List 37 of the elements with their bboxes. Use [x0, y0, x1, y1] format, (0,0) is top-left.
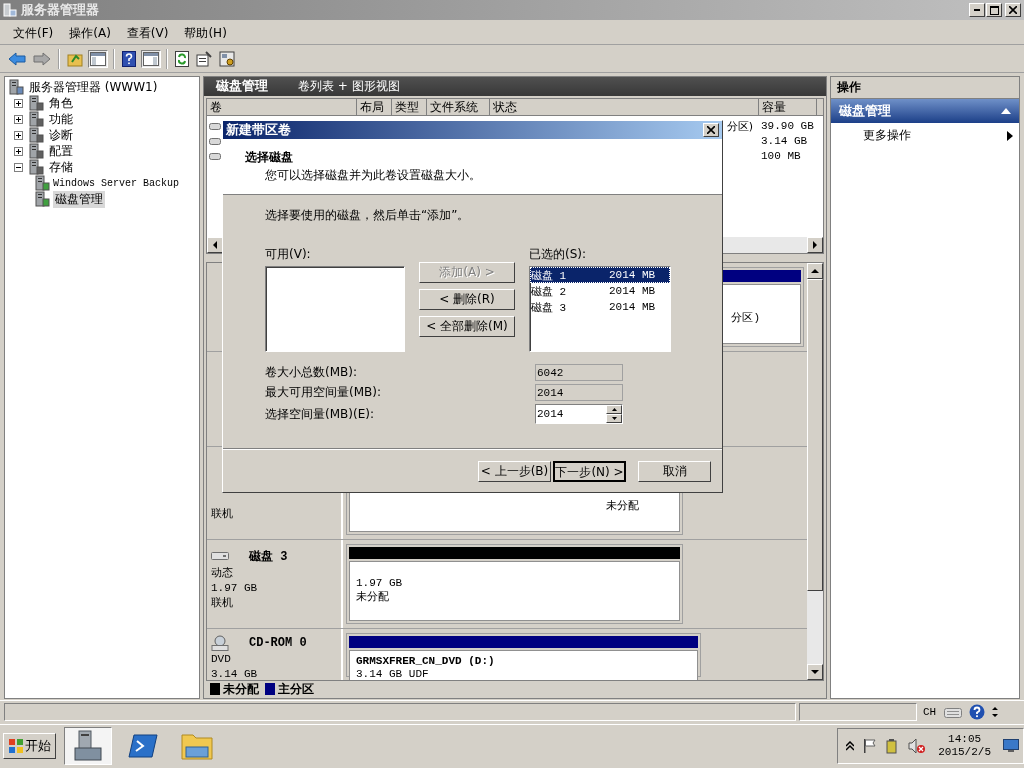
- clock-date: 2015/2/5: [938, 746, 991, 759]
- disk-detail: DVD: [211, 652, 232, 666]
- step-title: 选择磁盘: [245, 149, 294, 166]
- disk-detail: 动态: [211, 566, 234, 580]
- legend-label: 未分配: [223, 680, 259, 698]
- step-description: 您可以选择磁盘并为此卷设置磁盘大小。: [264, 167, 482, 184]
- pane-header: 操作: [831, 77, 1019, 99]
- readonly-field: 6042: [535, 364, 623, 381]
- table-cell: 100 MB: [761, 150, 801, 163]
- instruction-text: 选择要使用的磁盘，然后单击“添加”。: [265, 207, 471, 224]
- window-title: 服务器管理器: [21, 1, 99, 19]
- field-label: 卷大小总数(MB):: [265, 364, 358, 381]
- clock-time: 14:05: [948, 733, 982, 746]
- field-label: 最大可用空间量(MB):: [265, 384, 382, 401]
- disk-name: CD-ROM 0: [249, 635, 307, 650]
- view-label: 卷列表 + 图形视图: [298, 77, 400, 95]
- table-cell: 分区): [726, 118, 753, 134]
- dialog-title: 新建带区卷: [226, 121, 291, 139]
- disk-detail: 联机: [211, 507, 234, 521]
- partition-label: GRMSXFRER_CN_DVD (D:): [356, 654, 496, 667]
- legend-label: 主分区: [278, 680, 314, 698]
- partition-detail: 分区): [731, 310, 760, 325]
- list-label: 可用(V):: [265, 246, 312, 263]
- pane-title: 磁盘管理: [216, 77, 268, 96]
- disk-detail: 3.14 GB: [211, 667, 259, 680]
- table-cell: 39.90 GB: [761, 120, 814, 133]
- field-label: 选择空间量(MB)(E):: [265, 405, 375, 423]
- disk-detail: 联机: [211, 596, 234, 610]
- readonly-field: 2014: [535, 384, 623, 401]
- partition-detail: 未分配: [606, 498, 639, 513]
- partition-detail: 3.14 GB UDF: [356, 666, 430, 680]
- table-cell: 3.14 GB: [761, 135, 808, 148]
- disk-name: 磁盘 3: [249, 548, 288, 565]
- partition-detail: 1.97 GB: [356, 575, 404, 590]
- disk-detail: 1.97 GB: [211, 581, 259, 595]
- partition-detail: 未分配: [356, 589, 390, 604]
- list-label: 已选的(S):: [529, 246, 588, 263]
